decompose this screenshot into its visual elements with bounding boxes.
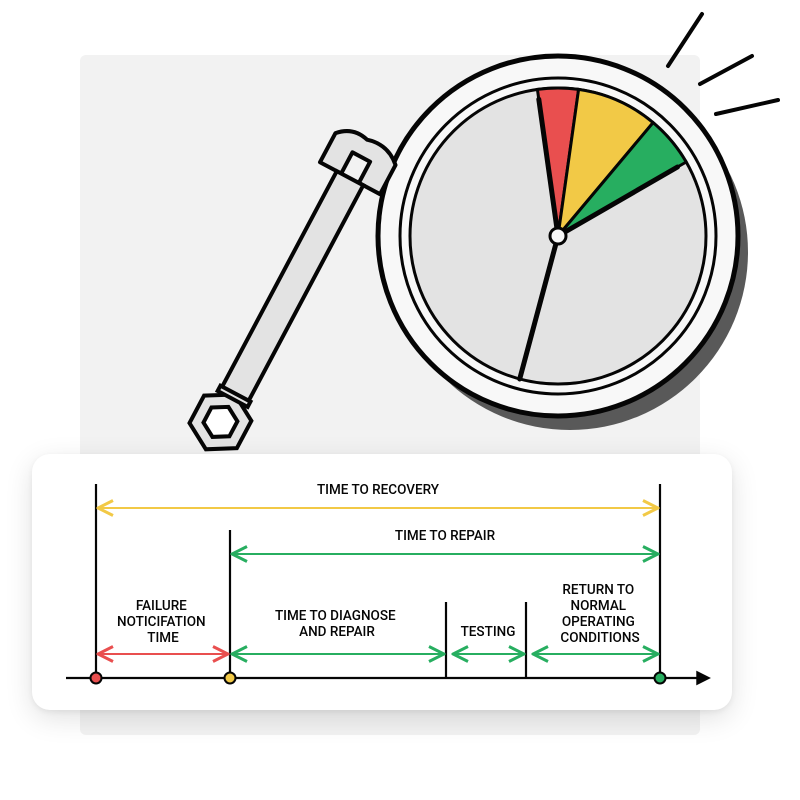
label-recovery: TIME TO RECOVERY [317, 482, 440, 498]
label-repair: TIME TO REPAIR [395, 528, 496, 544]
label-return: RETURN TO NORMAL OPERATING CONDITIONS [560, 582, 639, 646]
label-failure-notify: FAILURE NOTICIFATION TIME [117, 598, 209, 646]
timeline-card: TIME TO RECOVERY TIME TO REPAIR FAILURE … [32, 454, 732, 710]
label-testing: TESTING [461, 624, 516, 640]
markers [96, 484, 660, 678]
label-diagnose: TIME TO DIAGNOSE AND REPAIR [275, 608, 399, 640]
